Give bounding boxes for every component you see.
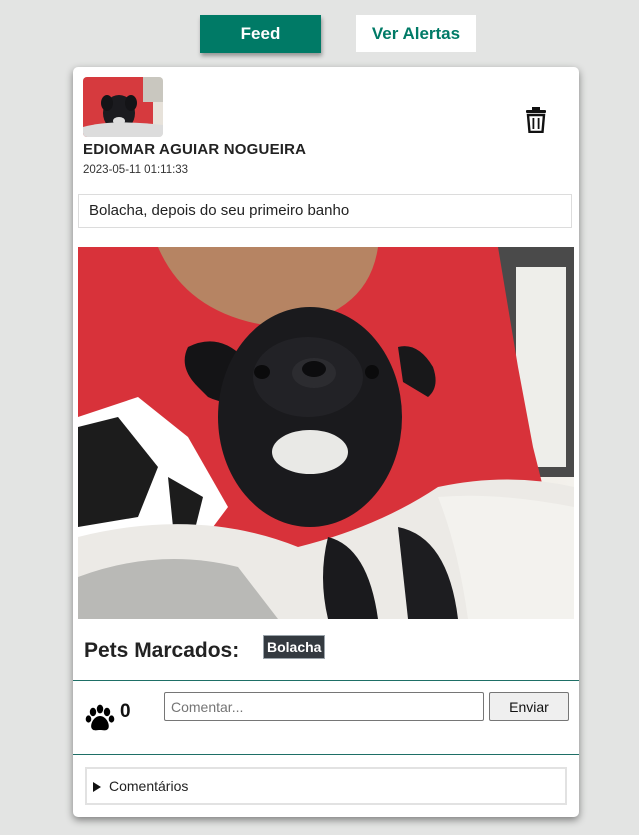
comments-toggle[interactable]: Comentários — [85, 767, 567, 805]
trash-icon[interactable] — [525, 107, 547, 134]
pet-tag-badge[interactable]: Bolacha — [263, 635, 326, 659]
triangle-right-icon — [93, 782, 101, 792]
post-caption: Bolacha, depois do seu primeiro banho — [78, 194, 572, 228]
like-count: 0 — [120, 701, 131, 722]
top-nav: Feed Ver Alertas — [0, 15, 639, 53]
tagged-pets-label: Pets Marcados: — [84, 639, 240, 662]
comment-input[interactable] — [164, 692, 484, 721]
alerts-button[interactable]: Ver Alertas — [356, 15, 476, 52]
author-avatar[interactable] — [83, 77, 163, 137]
section-divider — [73, 680, 579, 681]
post-photo — [78, 247, 574, 619]
section-divider — [73, 754, 579, 755]
comments-label: Comentários — [109, 778, 189, 794]
feed-button[interactable]: Feed — [200, 15, 321, 53]
send-comment-button[interactable]: Enviar — [489, 692, 569, 721]
avatar-photo — [83, 77, 163, 137]
paw-icon[interactable] — [84, 703, 116, 735]
post-timestamp: 2023-05-11 01:11:33 — [83, 164, 189, 176]
post-author[interactable]: EDIOMAR AGUIAR NOGUEIRA — [83, 141, 306, 158]
post-card: EDIOMAR AGUIAR NOGUEIRA 2023-05-11 01:11… — [73, 67, 579, 817]
